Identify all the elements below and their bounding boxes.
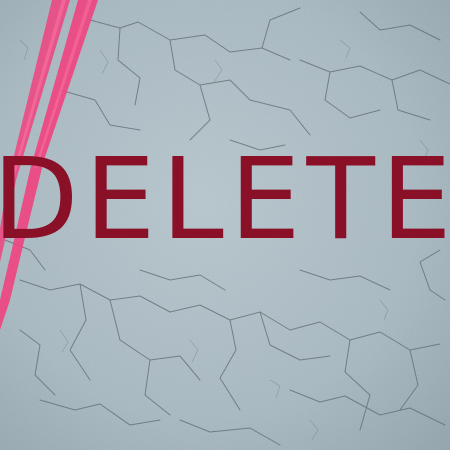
cracked-wall-photo: DELETE	[0, 0, 450, 450]
delete-word: DELETE	[0, 135, 450, 265]
